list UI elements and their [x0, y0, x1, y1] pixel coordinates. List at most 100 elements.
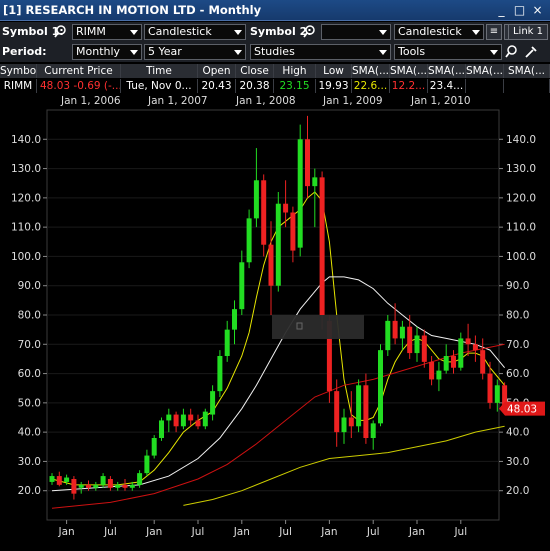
- candle-body: [86, 484, 91, 488]
- candle-body: [261, 180, 267, 245]
- column-header: SMA(...: [466, 64, 504, 78]
- column-header: SMA(...: [390, 64, 428, 78]
- candle: [319, 171, 325, 330]
- date-axis: Jan 1, 2006 Jan 1, 2007 Jan 1, 2008 Jan …: [0, 95, 550, 109]
- quote-table: Symbol Current Price Time Open Close Hig…: [0, 63, 550, 93]
- period-select[interactable]: Monthly: [72, 44, 142, 60]
- quote-low: 19.93: [316, 79, 352, 93]
- column-header: Current Price: [37, 64, 121, 78]
- quote-change: -0.69: [73, 80, 101, 92]
- chart-type2-value: Candlestick: [398, 25, 462, 38]
- restore-icon[interactable]: □: [513, 3, 526, 17]
- chevron-down-icon: [379, 50, 387, 55]
- y-tick-label: 40.0: [506, 427, 529, 439]
- candle-body: [407, 326, 413, 354]
- column-header: Open: [198, 64, 236, 78]
- candle: [151, 435, 157, 459]
- window-titlebar: [1] RESEARCH IN MOTION LTD - Monthly _ □…: [0, 0, 550, 21]
- candle-body: [246, 218, 252, 263]
- candle-body: [421, 335, 427, 362]
- candle-body: [78, 484, 84, 488]
- candle-body: [283, 203, 289, 213]
- candle: [297, 124, 303, 257]
- y-tick-label: 20.0: [506, 485, 529, 497]
- chart-type1-value: Candlestick: [148, 25, 212, 38]
- quote-data-row[interactable]: RIMM 48.03 -0.69 (-... Tue, Nov 0... 20.…: [0, 79, 550, 93]
- candle: [217, 350, 223, 397]
- search-icon[interactable]: [54, 24, 70, 40]
- candle-body: [436, 370, 442, 380]
- candle-body: [115, 484, 121, 488]
- column-header: SMA(...: [504, 64, 550, 78]
- candle-body: [341, 417, 347, 433]
- candle: [159, 417, 164, 441]
- y-tick-label: 140.0: [11, 134, 41, 146]
- candle: [275, 192, 281, 292]
- candle-body: [202, 411, 208, 427]
- settings-icon[interactable]: [523, 44, 539, 60]
- candle: [356, 379, 362, 433]
- symbol1-input[interactable]: RIMM: [72, 24, 142, 40]
- zoom-icon[interactable]: [505, 44, 521, 60]
- candle-body: [414, 335, 420, 354]
- quote-change-pct: (-...: [103, 80, 121, 92]
- quote-sma2: 12.2...: [390, 79, 428, 93]
- last-price-label: 48.03: [507, 404, 537, 416]
- quote-price: 48.03: [40, 80, 71, 92]
- candle-body: [122, 484, 128, 488]
- chevron-down-icon: [234, 50, 242, 55]
- y-tick-label: 130.0: [506, 163, 536, 175]
- candle-body: [378, 350, 383, 424]
- date-label: Jan 1, 2007: [148, 95, 208, 107]
- candle-body: [399, 326, 405, 339]
- list-icon[interactable]: ≡: [486, 24, 502, 40]
- candle: [261, 174, 267, 257]
- candle-body: [195, 420, 201, 427]
- candle: [246, 209, 252, 269]
- candle-body: [275, 203, 281, 286]
- candle: [378, 344, 383, 427]
- link-button[interactable]: Link 1: [508, 24, 548, 40]
- close-icon[interactable]: ×: [531, 3, 544, 17]
- crosshair-info-box[interactable]: [272, 315, 364, 339]
- candle-body: [480, 350, 486, 374]
- candle-body: [56, 476, 62, 485]
- candle-body: [137, 473, 143, 485]
- y-tick-label: 80.0: [18, 310, 41, 322]
- candle-body: [64, 477, 70, 482]
- chart-type1-select[interactable]: Candlestick: [144, 24, 246, 40]
- period-toolbar: Period: Monthly 5 Year Studies Tools: [0, 42, 550, 62]
- chevron-down-icon: [130, 30, 138, 35]
- candle-body: [312, 177, 318, 187]
- chevron-down-icon: [472, 30, 480, 35]
- y-tick-label: 30.0: [18, 456, 41, 468]
- candle-body: [268, 244, 274, 286]
- x-tick-label: Jan: [58, 526, 75, 538]
- candle-body: [370, 423, 376, 438]
- candle-body: [210, 391, 216, 415]
- y-tick-label: 120.0: [11, 192, 41, 204]
- range-select[interactable]: 5 Year: [144, 44, 246, 60]
- minimize-icon[interactable]: _: [495, 3, 508, 17]
- date-label: Jan 1, 2008: [236, 95, 296, 107]
- candle-body: [429, 361, 435, 380]
- symbol-toolbar: Symbol 1: RIMM Candlestick Symbol 2: Can…: [0, 22, 550, 42]
- quote-sma3: 23.4...: [428, 79, 466, 93]
- studies-select[interactable]: Studies: [250, 44, 391, 60]
- chart-type2-select[interactable]: Candlestick: [394, 24, 484, 40]
- chart-area[interactable]: 20.0 30.0 40.0 50.0 60.0 70.0 80.0 90.0 100.0 110…: [0, 108, 550, 551]
- period-value: Monthly: [76, 45, 121, 58]
- search-icon[interactable]: [303, 24, 319, 40]
- symbol2-input[interactable]: [321, 24, 391, 40]
- candle-body: [356, 385, 362, 427]
- candle-body: [451, 356, 456, 368]
- tools-select[interactable]: Tools: [394, 44, 502, 60]
- y-tick-label: 30.0: [506, 456, 529, 468]
- candlestick-chart[interactable]: 20.0 30.0 40.0 50.0 60.0 70.0 80.0 90.0 100.0 110…: [0, 108, 550, 551]
- candle-body: [465, 338, 471, 345]
- candle-body: [232, 309, 237, 330]
- candle-body: [443, 356, 449, 371]
- studies-value: Studies: [254, 45, 295, 58]
- x-tick-label: Jan: [233, 526, 250, 538]
- quote-close: 20.38: [236, 79, 274, 93]
